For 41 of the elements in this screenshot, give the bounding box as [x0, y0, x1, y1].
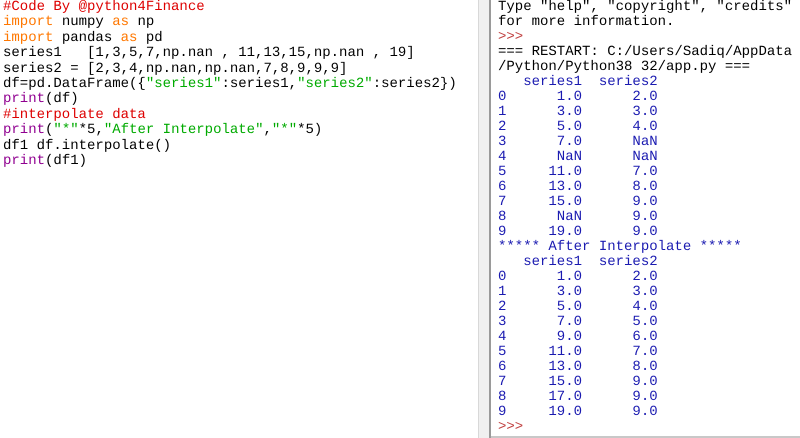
- code-line: import numpy as np: [3, 15, 154, 30]
- shell-line: 1 3.0 3.0: [498, 285, 658, 300]
- code-line: series1 [1,3,5,7,np.nan , 11,13,15,np.nan , 19]: [3, 46, 415, 62]
- shell-line: 6 13.0 8.0: [498, 180, 658, 195]
- shell-line: 2 5.0 4.0: [498, 120, 658, 135]
- shell-line: 4 NaN NaN: [498, 150, 658, 165]
- shell-line: 8 17.0 9.0: [498, 390, 658, 405]
- shell-line: 0 1.0 2.0: [498, 270, 658, 285]
- shell-line: === RESTART: C:/Users/Sadiq/AppData: [498, 45, 792, 60]
- code-line: print(df1): [3, 154, 88, 170]
- shell-line: 3 7.0 NaN: [498, 135, 658, 150]
- code-line: df=pd.DataFrame({"series1":series1,"series2":series2}): [3, 77, 457, 92]
- code-line: #Code By @python4Finance: [3, 0, 205, 15]
- shell-line: 5 11.0 7.0: [498, 345, 658, 360]
- shell-line: 4 9.0 6.0: [498, 330, 658, 345]
- shell-line: series1 series2: [522, 255, 658, 270]
- shell-console[interactable]: [491, 0, 800, 438]
- shell-line: for more information.: [498, 15, 674, 30]
- shell-line: ***** After Interpolate *****: [498, 240, 742, 255]
- shell-line: 6 13.0 8.0: [498, 360, 658, 375]
- shell-line: 9 19.0 9.0: [498, 405, 658, 420]
- code-line: print(df): [3, 92, 79, 108]
- shell-prompt: >>>: [498, 30, 524, 45]
- shell-prompt: >>>: [498, 420, 524, 435]
- shell-line: 1 3.0 3.0: [498, 105, 658, 120]
- shell-line: Type "help", "copyright", "credits": [498, 0, 792, 15]
- code-line: print("*"*5,"After Interpolate","*"*5): [3, 123, 322, 138]
- shell-line: 7 15.0 9.0: [498, 375, 658, 390]
- shell-line: /Python/Python38 32/app.py ===: [498, 60, 750, 75]
- code-line: import pandas as pd: [3, 30, 163, 46]
- shell-line: series1 series2: [522, 75, 658, 90]
- shell-line: 7 15.0 9.0: [498, 195, 658, 210]
- shell-line: 0 1.0 2.0: [498, 90, 658, 105]
- shell-line: 8 NaN 9.0: [498, 210, 658, 225]
- code-line: #interpolate data: [3, 108, 146, 123]
- shell-line: 5 11.0 7.0: [498, 165, 658, 180]
- shell-line: 9 19.0 9.0: [498, 225, 658, 240]
- shell-line: 2 5.0 4.0: [498, 300, 658, 315]
- code-line: df1 df.interpolate(): [3, 138, 172, 154]
- shell-line: 3 7.0 5.0: [498, 315, 658, 330]
- code-line: series2 = [2,3,4,np.nan,np.nan,7,8,9,9,9]: [3, 62, 348, 77]
